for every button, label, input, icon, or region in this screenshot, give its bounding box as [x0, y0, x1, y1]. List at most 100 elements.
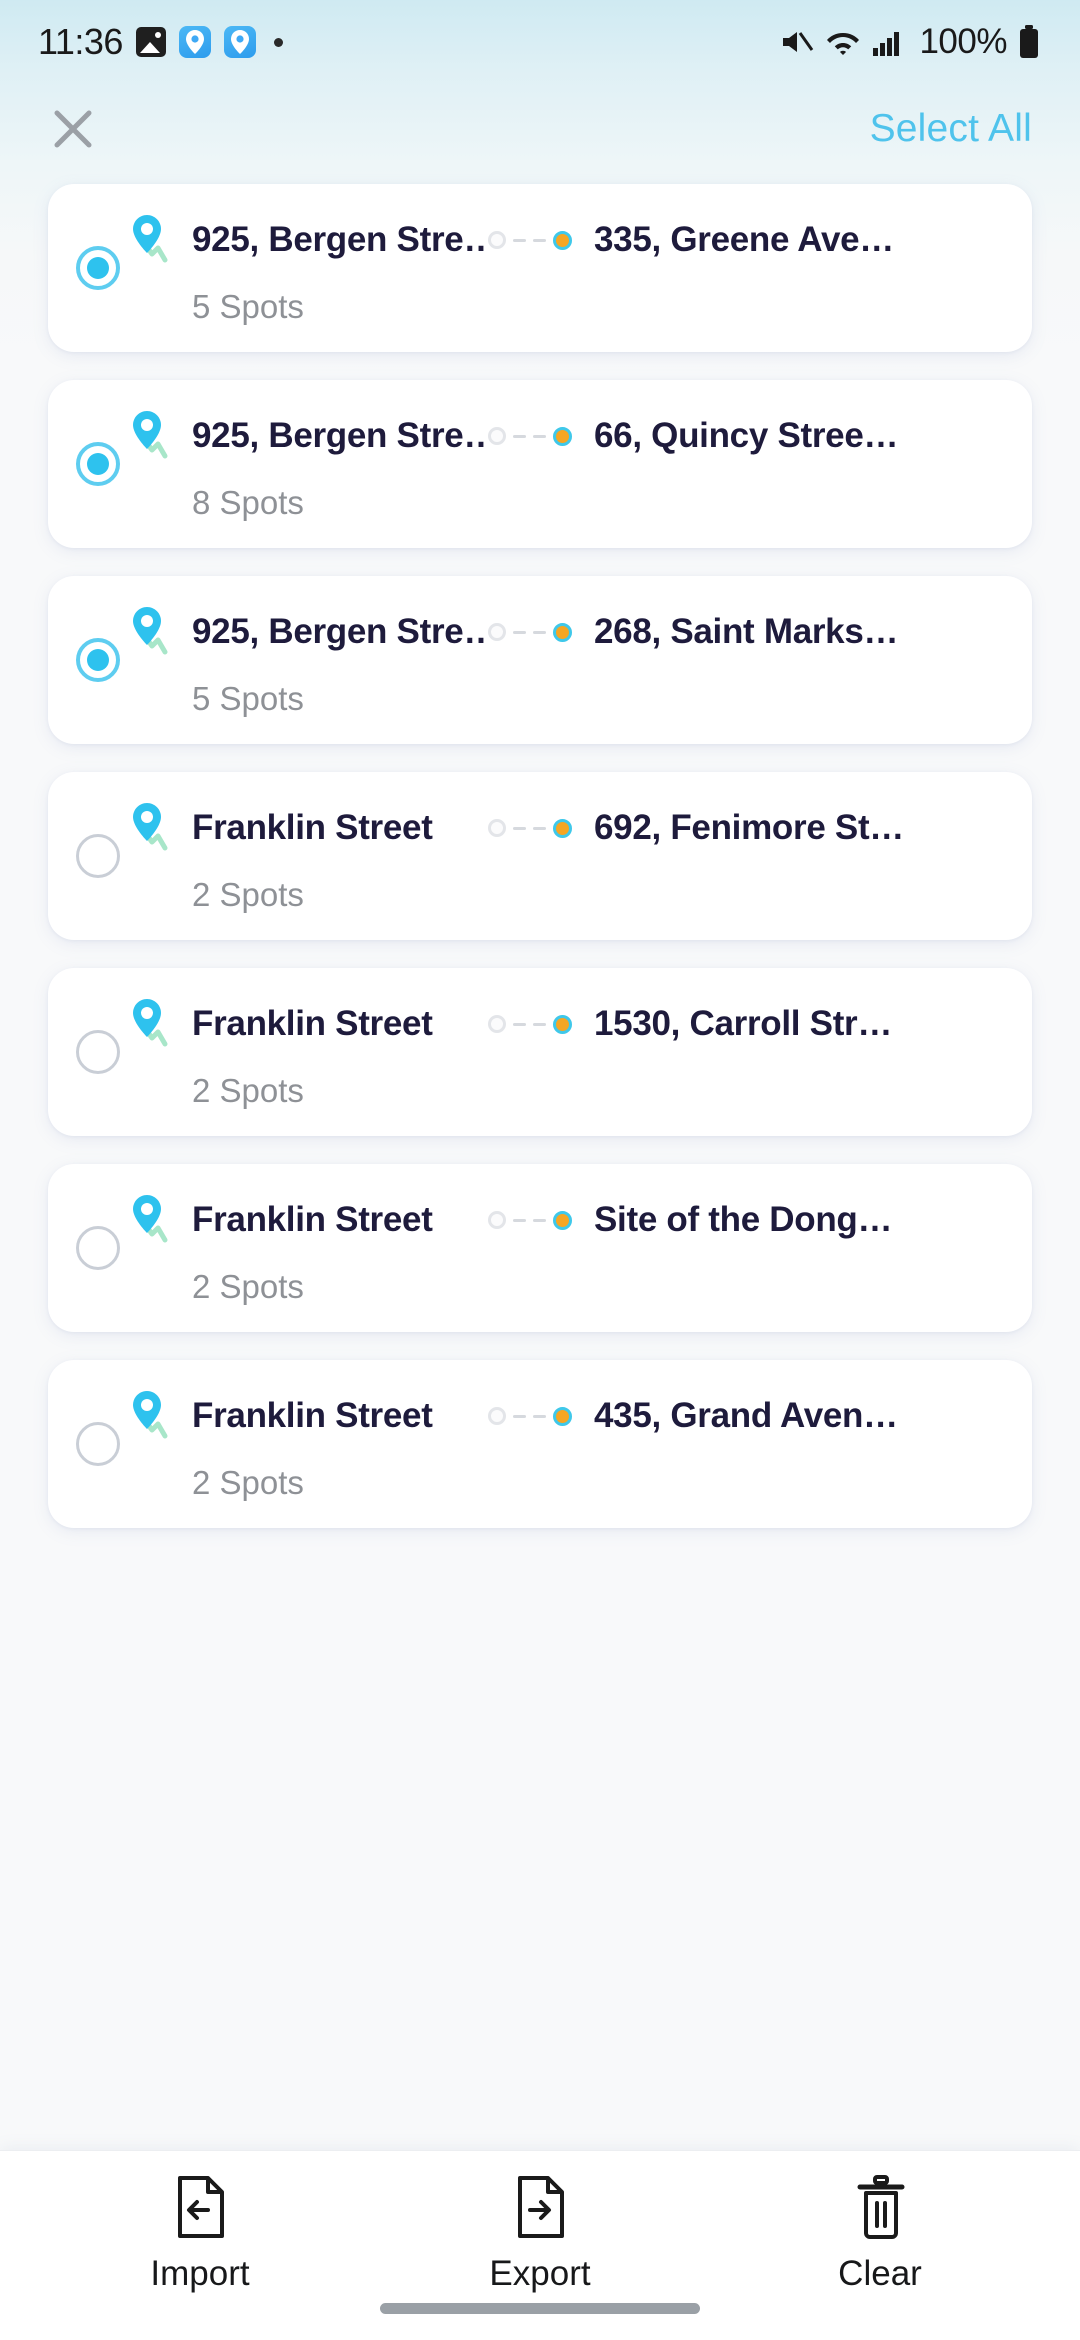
route-select-radio[interactable]: [76, 246, 120, 290]
map-pin-icon: [133, 803, 168, 851]
battery-percent-label: 100%: [919, 22, 1007, 61]
route-start-dot-icon: [488, 1407, 506, 1425]
status-time: 11:36: [38, 21, 123, 62]
route-card[interactable]: 925, Bergen Stre… 66, Quincy Stree… 8 Sp…: [48, 380, 1032, 548]
map-pin-icon: [130, 606, 176, 658]
route-connector: [488, 426, 572, 446]
route-origin-label: 925, Bergen Stre…: [192, 416, 484, 455]
route-origin-label: Franklin Street: [192, 1200, 433, 1239]
route-card-top: 925, Bergen Stre… 268, Saint Marks…: [130, 606, 1010, 658]
route-card[interactable]: Franklin Street 435, Grand Aven… 2 Spots: [48, 1360, 1032, 1528]
route-card[interactable]: Franklin Street Site of the Dong… 2 Spot…: [48, 1164, 1032, 1332]
route-connector: [488, 230, 572, 250]
route-dash-icon: [513, 238, 526, 242]
route-dash-icon: [513, 1414, 526, 1418]
map-pin-icon: [130, 1194, 176, 1246]
route-origin-label: Franklin Street: [192, 808, 433, 847]
map-pin-icon: [133, 999, 168, 1047]
route-card[interactable]: 925, Bergen Stre… 268, Saint Marks… 5 Sp…: [48, 576, 1032, 744]
route-connector: [488, 1210, 572, 1230]
route-start-dot-icon: [488, 231, 506, 249]
route-start-dot-icon: [488, 819, 506, 837]
route-select-radio[interactable]: [76, 638, 120, 682]
battery-full-icon: [1018, 25, 1040, 59]
route-start-dot-icon: [488, 1211, 506, 1229]
route-card[interactable]: 925, Bergen Stre… 335, Greene Ave… 5 Spo…: [48, 184, 1032, 352]
route-dash-icon: [533, 238, 546, 242]
route-destination-label: 335, Greene Ave…: [594, 220, 894, 259]
route-origin-label: 925, Bergen Stre…: [192, 612, 484, 651]
route-destination-label: 66, Quincy Stree…: [594, 416, 899, 455]
status-bar-left: 11:36: [38, 21, 283, 63]
route-spots-label: 2 Spots: [192, 1464, 304, 1501]
route-dash-icon: [513, 826, 526, 830]
route-destination-label: 268, Saint Marks…: [594, 612, 899, 651]
mute-icon: [780, 27, 814, 57]
route-end-dot-icon: [553, 1406, 572, 1426]
route-spots-label: 8 Spots: [192, 484, 304, 521]
route-start-dot-icon: [488, 623, 506, 641]
route-card[interactable]: Franklin Street 1530, Carroll Str… 2 Spo…: [48, 968, 1032, 1136]
route-dash-icon: [533, 826, 546, 830]
map-app-icon: [178, 26, 211, 58]
route-destination-label: 435, Grand Aven…: [594, 1396, 898, 1435]
map-pin-icon: [130, 214, 176, 266]
map-pin-icon: [130, 1390, 176, 1442]
export-button[interactable]: Export: [430, 2174, 650, 2294]
route-dash-icon: [513, 630, 526, 634]
select-all-button[interactable]: Select All: [870, 107, 1032, 151]
route-select-radio[interactable]: [76, 442, 120, 486]
route-card-top: 925, Bergen Stre… 335, Greene Ave…: [130, 214, 1010, 266]
route-select-radio[interactable]: [76, 1030, 120, 1074]
route-origin-label: Franklin Street: [192, 1004, 433, 1043]
route-spots-label: 5 Spots: [192, 680, 304, 717]
route-connector: [488, 1406, 572, 1426]
export-label: Export: [489, 2253, 591, 2293]
route-select-radio[interactable]: [76, 1226, 120, 1270]
map-pin-icon: [133, 607, 168, 655]
route-connector: [488, 622, 572, 642]
route-dash-icon: [533, 1022, 546, 1026]
wifi-icon: [825, 27, 861, 57]
route-select-radio[interactable]: [76, 1422, 120, 1466]
route-origin-label: Franklin Street: [192, 1396, 433, 1435]
import-button[interactable]: Import: [90, 2174, 310, 2294]
route-card-top: Franklin Street 692, Fenimore St…: [130, 802, 1010, 854]
route-spots-label: 2 Spots: [192, 876, 304, 913]
clear-label: Clear: [838, 2253, 922, 2293]
status-bar-right: 100%: [780, 22, 1040, 62]
route-end-dot-icon: [553, 622, 572, 642]
map-pin-icon: [133, 1391, 168, 1439]
import-label: Import: [150, 2253, 250, 2293]
route-end-dot-icon: [553, 818, 572, 838]
route-dash-icon: [513, 1218, 526, 1222]
route-card-top: Franklin Street 435, Grand Aven…: [130, 1390, 1010, 1442]
route-select-radio[interactable]: [76, 834, 120, 878]
home-indicator: [380, 2303, 700, 2314]
map-app-icon-secondary: [223, 26, 256, 58]
route-destination-label: Site of the Dong…: [594, 1200, 893, 1239]
route-dash-icon: [533, 1414, 546, 1418]
map-pin-icon: [130, 802, 176, 854]
trash-icon: [857, 2174, 905, 2239]
route-start-dot-icon: [488, 427, 506, 445]
route-connector: [488, 818, 572, 838]
route-destination-label: 692, Fenimore St…: [594, 808, 905, 847]
route-end-dot-icon: [553, 1210, 572, 1230]
clear-button[interactable]: Clear: [770, 2174, 990, 2294]
map-pin-icon: [133, 215, 168, 263]
route-card-list[interactable]: 925, Bergen Stre… 335, Greene Ave… 5 Spo…: [0, 174, 1080, 2150]
cellular-signal-icon: [872, 27, 906, 57]
close-icon: [54, 110, 92, 148]
gallery-icon: [135, 27, 166, 57]
route-card[interactable]: Franklin Street 692, Fenimore St… 2 Spot…: [48, 772, 1032, 940]
close-button[interactable]: [46, 102, 100, 156]
route-dash-icon: [513, 434, 526, 438]
import-icon: [178, 2175, 224, 2238]
map-pin-icon: [130, 998, 176, 1050]
route-dash-icon: [513, 1022, 526, 1026]
map-pin-icon: [133, 411, 168, 459]
route-card-top: Franklin Street 1530, Carroll Str…: [130, 998, 1010, 1050]
route-origin-label: 925, Bergen Stre…: [192, 220, 484, 259]
app-screen: 11:36 100% Select All 925, Bergen Stre… …: [0, 0, 1080, 2340]
